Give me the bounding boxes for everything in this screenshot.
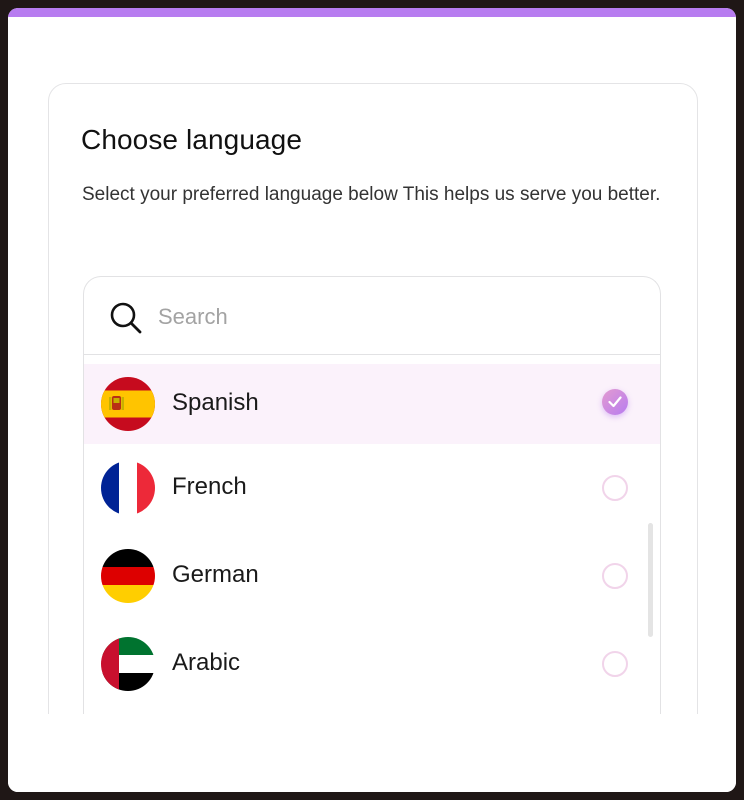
radio-checked-icon[interactable] bbox=[602, 389, 628, 415]
language-option-arabic[interactable]: Arabic bbox=[84, 620, 660, 708]
accent-bar bbox=[8, 8, 736, 17]
language-option-french[interactable]: French bbox=[84, 444, 660, 532]
bottom-panel bbox=[8, 714, 736, 792]
search-icon bbox=[108, 300, 144, 336]
dialog-subtitle: Select your preferred language below Thi… bbox=[82, 184, 661, 205]
radio-unchecked-icon[interactable] bbox=[602, 475, 628, 501]
language-list-box: Spanish bbox=[83, 276, 661, 736]
radio-unchecked-icon[interactable] bbox=[602, 651, 628, 677]
search-input[interactable] bbox=[158, 299, 558, 335]
language-list: Spanish French German Arabic bbox=[84, 355, 660, 708]
france-flag-icon bbox=[101, 461, 155, 515]
language-label: Arabic bbox=[172, 649, 241, 676]
spain-flag-icon bbox=[101, 377, 155, 431]
language-label: French bbox=[172, 473, 247, 500]
app-window: Choose language Select your preferred la… bbox=[8, 8, 736, 792]
radio-unchecked-icon[interactable] bbox=[602, 563, 628, 589]
uae-flag-icon bbox=[101, 637, 155, 691]
germany-flag-icon bbox=[101, 549, 155, 603]
language-label: Spanish bbox=[172, 389, 259, 416]
scrollbar-thumb[interactable] bbox=[648, 523, 653, 637]
language-option-german[interactable]: German bbox=[84, 532, 660, 620]
search-bar bbox=[84, 277, 660, 355]
language-label: German bbox=[172, 561, 259, 588]
dialog-title: Choose language bbox=[81, 124, 303, 155]
language-option-spanish[interactable]: Spanish bbox=[84, 364, 660, 444]
language-dialog: Choose language Select your preferred la… bbox=[48, 83, 698, 792]
